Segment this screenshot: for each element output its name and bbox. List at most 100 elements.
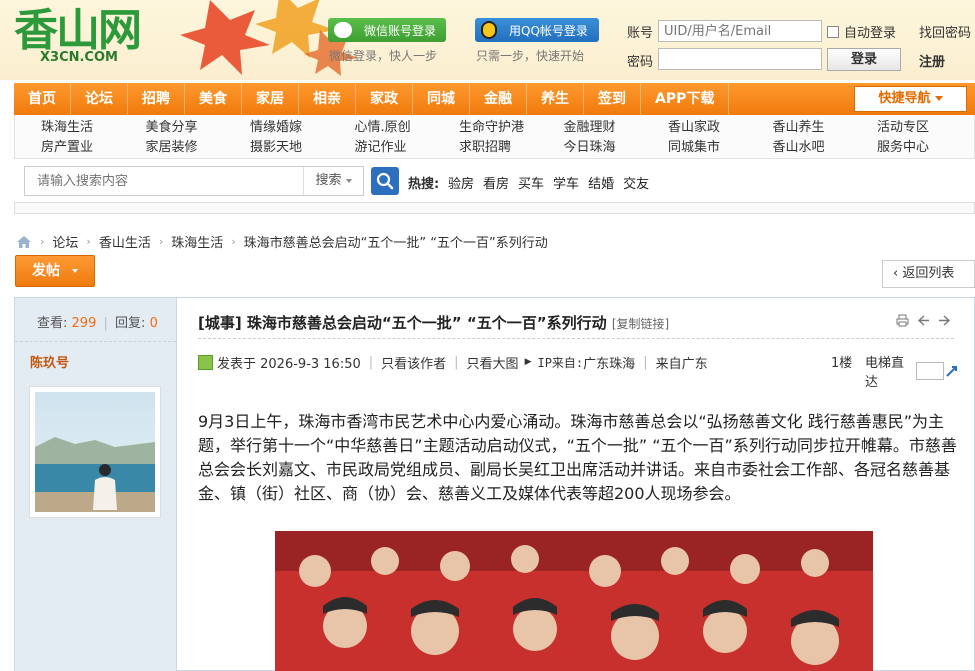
subnav-item[interactable]: 美食分享 — [146, 118, 251, 138]
divider: | — [103, 316, 108, 331]
nav-item-health[interactable]: 养生 — [527, 83, 584, 115]
post-date: 发表于 2026-9-3 16:50 — [217, 356, 361, 372]
title-actions — [896, 314, 951, 327]
back-to-list-button[interactable]: ‹ 返回列表 — [882, 260, 975, 288]
quick-nav-button[interactable]: 快捷导航 — [854, 86, 967, 112]
chevron-down-icon — [72, 269, 78, 273]
print-icon[interactable] — [896, 314, 909, 327]
nav-item-forum[interactable]: 论坛 — [71, 83, 128, 115]
divider: | — [454, 354, 459, 370]
nav-item-housekeeping[interactable]: 家政 — [356, 83, 413, 115]
nav-item-home-decor[interactable]: 家居 — [242, 83, 299, 115]
big-image-link[interactable]: 只看大图 — [467, 353, 519, 372]
login-button[interactable]: 登录 — [827, 48, 901, 71]
register-link[interactable]: 注册 — [919, 51, 945, 70]
chevron-right-icon: › — [40, 235, 45, 248]
copy-link-button[interactable]: [复制链接] — [612, 317, 669, 331]
subnav-item[interactable]: 游记作业 — [355, 138, 460, 158]
chevron-down-icon — [934, 96, 943, 101]
logo-text: 香山网 — [14, 5, 142, 56]
play-arrow-icon: ▶ — [524, 357, 532, 367]
floor-number: 1楼 — [831, 356, 853, 371]
search-button[interactable] — [371, 167, 399, 195]
qq-icon — [481, 21, 497, 39]
auto-login-checkbox[interactable]: 自动登录 — [827, 22, 896, 41]
nav-item-dating[interactable]: 相亲 — [299, 83, 356, 115]
subnav-item[interactable]: 香山家政 — [668, 118, 773, 138]
wechat-login-label: 微信账号登录 — [364, 23, 437, 38]
wechat-icon — [334, 22, 352, 38]
floor-jump-label: 电梯直达 — [865, 356, 905, 390]
qq-login-button[interactable]: 用QQ帐号登录 — [475, 18, 599, 42]
nav-item-checkin[interactable]: 签到 — [584, 83, 641, 115]
hot-search-item[interactable]: 交友 — [623, 173, 649, 192]
breadcrumb-current[interactable]: 珠海市慈善总会启动“五个一批” “五个一百”系列行动 — [244, 232, 548, 251]
post-container: 查看: 299 | 回复: 0 陈玖号 [城事] 珠海市慈善总会启动“五个一批”… — [14, 297, 975, 671]
go-icon[interactable] — [944, 363, 959, 379]
hot-search-list: 验房 看房 买车 学车 结婚 交友 — [448, 173, 649, 192]
nav-item-finance[interactable]: 金融 — [470, 83, 527, 115]
subnav-item[interactable]: 珠海生活 — [41, 118, 146, 138]
next-thread-icon[interactable] — [938, 314, 951, 327]
subnav-item[interactable]: 香山水吧 — [773, 138, 878, 158]
subnav-item[interactable]: 今日珠海 — [564, 138, 669, 158]
wechat-login-hint: 微信登录，快人一步 — [329, 49, 438, 63]
subnav-item[interactable]: 金融理财 — [564, 118, 669, 138]
avatar[interactable] — [29, 386, 161, 518]
account-label: 账号 — [627, 26, 654, 41]
previous-thread-icon[interactable] — [917, 314, 930, 327]
password-input[interactable] — [658, 48, 822, 70]
subnav-item[interactable]: 家居装修 — [146, 138, 251, 158]
breadcrumb-item[interactable]: 论坛 — [52, 232, 78, 251]
divider — [198, 338, 954, 339]
hot-search-item[interactable]: 结婚 — [588, 173, 614, 192]
subnav-item[interactable]: 摄影天地 — [250, 138, 355, 158]
hot-search-item[interactable]: 验房 — [448, 173, 474, 192]
nav-item-food[interactable]: 美食 — [185, 83, 242, 115]
post-photo[interactable] — [275, 531, 873, 671]
floor-jump-input[interactable] — [916, 362, 944, 380]
subnav-item[interactable]: 活动专区 — [877, 118, 975, 138]
only-author-link[interactable]: 只看该作者 — [381, 353, 446, 372]
new-post-button[interactable]: 发帖 — [15, 255, 95, 287]
post-meta: 发表于 2026-9-3 16:50 | 只看该作者 | 只看大图 ▶ IP来自… — [198, 352, 958, 390]
home-icon[interactable] — [16, 235, 32, 249]
nav-item-jobs[interactable]: 招聘 — [128, 83, 185, 115]
subnav-item[interactable]: 房产置业 — [41, 138, 146, 158]
search-scope-select[interactable]: 搜索 — [303, 167, 363, 195]
hot-search-label: 热搜: — [408, 177, 440, 192]
nav-item-app-download[interactable]: APP下载 — [641, 83, 730, 115]
wechat-login-button[interactable]: 微信账号登录 — [328, 18, 446, 42]
subnav-item[interactable]: 服务中心 — [877, 138, 975, 158]
replies-count: 0 — [149, 316, 158, 331]
subnav-item[interactable]: 同城集市 — [668, 138, 773, 158]
post-content: 9月3日上午，珠海市香湾市民艺术中心内爱心涌动。珠海市慈善总会以“弘扬慈善文化 … — [198, 412, 957, 503]
hot-search-item[interactable]: 买车 — [518, 173, 544, 192]
search-input[interactable] — [25, 167, 303, 195]
hot-search-item[interactable]: 学车 — [553, 173, 579, 192]
subnav-item[interactable]: 香山养生 — [773, 118, 878, 138]
subnav-item[interactable]: 求职招聘 — [459, 138, 564, 158]
post-title-text: [城事] 珠海市慈善总会启动“五个一批” “五个一百”系列行动 — [198, 314, 607, 332]
qq-login-label: 用QQ帐号登录 — [509, 23, 588, 38]
find-password-link[interactable]: 找回密码 — [919, 22, 971, 41]
breadcrumb-item[interactable]: 香山生活 — [99, 232, 151, 251]
author-name[interactable]: 陈玖号 — [15, 342, 176, 371]
nav-item-home[interactable]: 首页 — [14, 83, 71, 115]
breadcrumb-item[interactable]: 珠海生活 — [171, 232, 223, 251]
divider: | — [643, 354, 648, 370]
subnav-item[interactable]: 心情.原创 — [355, 118, 460, 138]
site-logo[interactable]: 香山网 X3CN.COM — [14, 5, 142, 66]
chevron-down-icon — [345, 178, 352, 183]
quick-nav-label: 快捷导航 — [878, 91, 931, 106]
checkbox-box[interactable] — [827, 25, 839, 38]
hot-search-item[interactable]: 看房 — [483, 173, 509, 192]
chevron-right-icon: › — [86, 235, 91, 248]
nav-item-local[interactable]: 同城 — [413, 83, 470, 115]
subnav-item[interactable]: 情缘婚嫁 — [250, 118, 355, 138]
replies-label: 回复: — [115, 316, 146, 331]
main-nav: 首页 论坛 招聘 美食 家居 相亲 家政 同城 金融 养生 签到 APP下载 快… — [14, 83, 975, 115]
subnav-item[interactable]: 生命守护港 — [459, 118, 564, 138]
account-input[interactable] — [658, 20, 822, 42]
avatar-image — [35, 392, 155, 512]
